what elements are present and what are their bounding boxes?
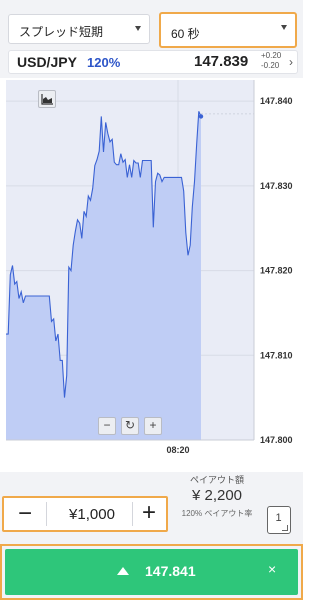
divider <box>46 502 47 526</box>
chart-svg: 147.840 147.830 147.820 147.810 147.800 08:20 <box>6 80 293 455</box>
pair-delta: +0.20 -0.20 <box>261 51 281 71</box>
divider <box>132 502 133 526</box>
current-price-dot <box>198 114 204 119</box>
currency-pair-row[interactable]: USD/JPY 120% 147.839 +0.20 -0.20 › <box>8 50 298 74</box>
multi-order-count: 1 <box>275 512 282 524</box>
delta-up: +0.20 <box>261 51 282 60</box>
y-tick-label: 147.840 <box>260 96 293 106</box>
buy-button-frame: 147.841 × <box>0 544 303 600</box>
close-icon[interactable]: × <box>268 561 276 577</box>
chevron-down-icon <box>135 26 141 31</box>
chart-type-button[interactable] <box>38 90 56 108</box>
reset-zoom-button[interactable]: ↻ <box>121 417 139 435</box>
amount-decrease-button[interactable]: − <box>10 502 40 528</box>
buy-high-button[interactable]: 147.841 × <box>5 549 298 595</box>
chevron-down-icon <box>281 25 287 30</box>
amount-increase-button[interactable]: + <box>134 500 164 528</box>
y-tick-label: 147.820 <box>260 266 293 276</box>
chevron-right-icon: › <box>289 55 293 69</box>
amount-value[interactable]: ¥1,000 <box>52 506 132 523</box>
payout-label: ペイアウト額 <box>189 475 244 485</box>
option-type-label: スプレッド短期 <box>19 25 104 39</box>
payout-value: ¥ 2,200 <box>191 487 243 504</box>
payout-rate-text: 120% ペイアウト率 <box>181 509 253 518</box>
option-type-select[interactable]: スプレッド短期 <box>8 14 150 44</box>
pair-price: 147.839 <box>194 53 249 70</box>
up-arrow-icon <box>117 567 129 575</box>
price-chart[interactable]: 147.840 147.830 147.820 147.810 147.800 08:20… <box>0 80 303 472</box>
trade-panel: − ¥1,000 + ペイアウト額 ¥ 2,200 120% ペイアウト率 1 … <box>0 472 303 600</box>
duration-label: 60 秒 <box>171 27 200 41</box>
multi-order-button[interactable]: 1 <box>267 506 291 534</box>
x-tick-label: 08:20 <box>166 445 189 455</box>
pair-name: USD/JPY <box>17 54 77 70</box>
amount-stepper: − ¥1,000 + <box>2 496 168 532</box>
y-tick-label: 147.810 <box>260 350 293 360</box>
y-tick-label: 147.830 <box>260 181 293 191</box>
duration-select[interactable]: 60 秒 <box>159 12 297 48</box>
area-chart-icon <box>41 94 53 105</box>
corner-icon <box>282 525 288 531</box>
buy-price: 147.841 <box>145 563 196 579</box>
zoom-out-button[interactable]: − <box>98 417 116 435</box>
delta-down: -0.20 <box>261 61 280 70</box>
y-tick-label: 147.800 <box>260 435 293 445</box>
zoom-in-button[interactable]: + <box>144 417 162 435</box>
top-bar: スプレッド短期 60 秒 USD/JPY 120% 147.839 +0.20 … <box>0 0 303 78</box>
pair-payout-rate: 120% <box>87 55 121 70</box>
